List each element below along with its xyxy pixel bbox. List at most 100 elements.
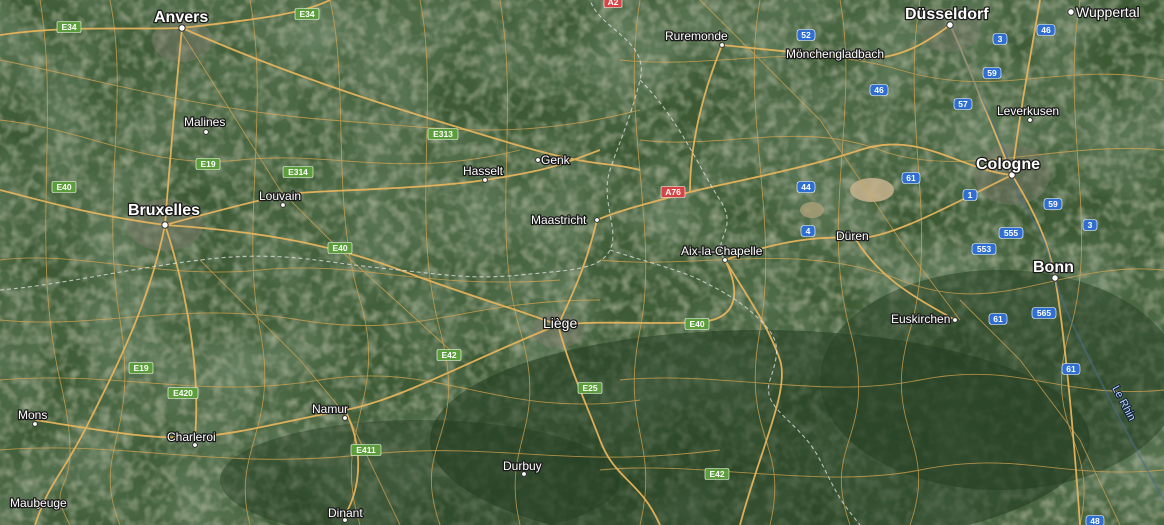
road-shield-label: 46 xyxy=(874,85,884,95)
city-marker xyxy=(952,317,958,323)
city-wuppertal[interactable]: Wuppertal xyxy=(1067,3,1141,21)
road-shield-label: E40 xyxy=(332,243,347,253)
city-label: Bonn xyxy=(1033,259,1074,276)
road-shield-label: 46 xyxy=(1041,25,1051,35)
road-shield-label: E34 xyxy=(299,9,314,19)
city-marker xyxy=(280,202,286,208)
city-label: Louvain xyxy=(259,189,301,203)
road-shield-label: E40 xyxy=(56,182,71,192)
city-genk[interactable]: Genk xyxy=(535,152,572,168)
road-shield-label: 52 xyxy=(801,30,811,40)
road-shield-3: 3 xyxy=(1082,219,1098,231)
city-label: Namur xyxy=(312,402,348,416)
road-shield-label: 1 xyxy=(968,190,973,200)
satellite-map[interactable]: Le Rhin E34E34E19E40E314E313E40E42E19E42… xyxy=(0,0,1164,525)
road-shield-label: E42 xyxy=(709,469,724,479)
city-maubeuge[interactable]: Maubeuge xyxy=(9,495,69,512)
road-shield-label: E19 xyxy=(200,159,215,169)
road-shield-label: E314 xyxy=(288,167,308,177)
road-shield-label: 61 xyxy=(993,314,1003,324)
city-dinant[interactable]: Dinant xyxy=(327,505,365,523)
road-shield-59: 59 xyxy=(1043,198,1063,210)
city-monchengladbach[interactable]: Mönchengladbach xyxy=(785,46,886,63)
road-shield-e42: E42 xyxy=(704,468,730,480)
road-shield-label: 57 xyxy=(958,99,968,109)
road-shield-e25: E25 xyxy=(577,382,603,394)
road-shield-label: 44 xyxy=(801,182,811,192)
road-shield-label: E420 xyxy=(173,388,193,398)
road-shield-e40: E40 xyxy=(51,181,77,193)
road-shield-e40: E40 xyxy=(327,242,353,254)
road-shield-e19: E19 xyxy=(195,158,221,170)
city-label: Wuppertal xyxy=(1076,4,1140,20)
road-shield-label: 565 xyxy=(1037,308,1051,318)
road-shield-565: 565 xyxy=(1031,307,1057,319)
road-shield-label: 61 xyxy=(1066,364,1076,374)
road-shield-label: E19 xyxy=(133,363,148,373)
city-duren[interactable]: Düren xyxy=(835,228,870,245)
road-shield-label: 61 xyxy=(906,173,916,183)
road-shield-e34: E34 xyxy=(294,8,320,20)
city-marker xyxy=(342,415,348,421)
road-shield-label: E40 xyxy=(689,319,704,329)
city-marker xyxy=(1027,117,1033,123)
road-shield-46: 46 xyxy=(1036,24,1056,36)
city-label: Aix-la-Chapelle xyxy=(681,244,763,258)
city-marker xyxy=(32,421,38,427)
road-shield-3: 3 xyxy=(992,33,1008,45)
city-label: Genk xyxy=(541,153,571,167)
city-label: Malines xyxy=(184,115,225,129)
road-shield-label: E313 xyxy=(433,129,453,139)
road-shield-48: 48 xyxy=(1085,515,1105,525)
road-shield-label: E34 xyxy=(61,22,76,32)
road-shield-61: 61 xyxy=(1061,363,1081,375)
road-shield-57: 57 xyxy=(953,98,973,110)
city-euskirchen[interactable]: Euskirchen xyxy=(890,311,958,327)
road-shield-553: 553 xyxy=(971,243,997,255)
road-shield-59: 59 xyxy=(982,67,1002,79)
road-shield-46: 46 xyxy=(869,84,889,96)
city-label: Cologne xyxy=(976,156,1040,173)
road-shield-label: 59 xyxy=(1048,199,1058,209)
road-shield-4: 4 xyxy=(800,225,816,237)
road-shield-label: 3 xyxy=(998,34,1003,44)
city-label: Düren xyxy=(836,229,869,243)
road-shield-label: 555 xyxy=(1004,228,1018,238)
road-shield-61: 61 xyxy=(988,313,1008,325)
city-liege[interactable]: Liège xyxy=(542,314,579,333)
city-marker xyxy=(482,177,488,183)
road-shield-e313: E313 xyxy=(427,128,459,140)
city-label: Anvers xyxy=(154,9,208,26)
city-marker xyxy=(719,42,725,48)
road-shield-label: 553 xyxy=(977,244,991,254)
city-marker xyxy=(203,129,209,135)
city-label: Mönchengladbach xyxy=(786,47,884,61)
city-label: Hasselt xyxy=(463,164,504,178)
road-shield-e34: E34 xyxy=(56,21,82,33)
road-shield-e40: E40 xyxy=(684,318,710,330)
city-marker xyxy=(1067,8,1075,16)
road-shield-e314: E314 xyxy=(282,166,314,178)
road-shield-e19: E19 xyxy=(128,362,154,374)
city-label: Liège xyxy=(543,315,577,331)
city-label: Mons xyxy=(18,408,47,422)
road-shield-label: E411 xyxy=(356,445,376,455)
road-shield-label: 3 xyxy=(1088,220,1093,230)
road-shield-label: 59 xyxy=(987,68,997,78)
road-shield-label: A76 xyxy=(665,187,681,197)
road-shield-61: 61 xyxy=(901,172,921,184)
road-shield-label: A2 xyxy=(608,0,619,7)
city-label: Leverkusen xyxy=(997,104,1059,118)
road-shield-555: 555 xyxy=(998,227,1024,239)
road-shield-label: E42 xyxy=(441,350,456,360)
city-marker xyxy=(535,157,541,163)
road-shield-e420: E420 xyxy=(167,387,199,399)
city-label: Euskirchen xyxy=(891,312,950,326)
forest-eifel xyxy=(820,270,1164,490)
road-shield-label: 4 xyxy=(806,226,811,236)
road-shield-label: E25 xyxy=(582,383,597,393)
city-label: Bruxelles xyxy=(128,202,200,219)
city-marker xyxy=(594,217,600,223)
city-label: Dinant xyxy=(328,506,363,520)
road-shield-44: 44 xyxy=(796,181,816,193)
